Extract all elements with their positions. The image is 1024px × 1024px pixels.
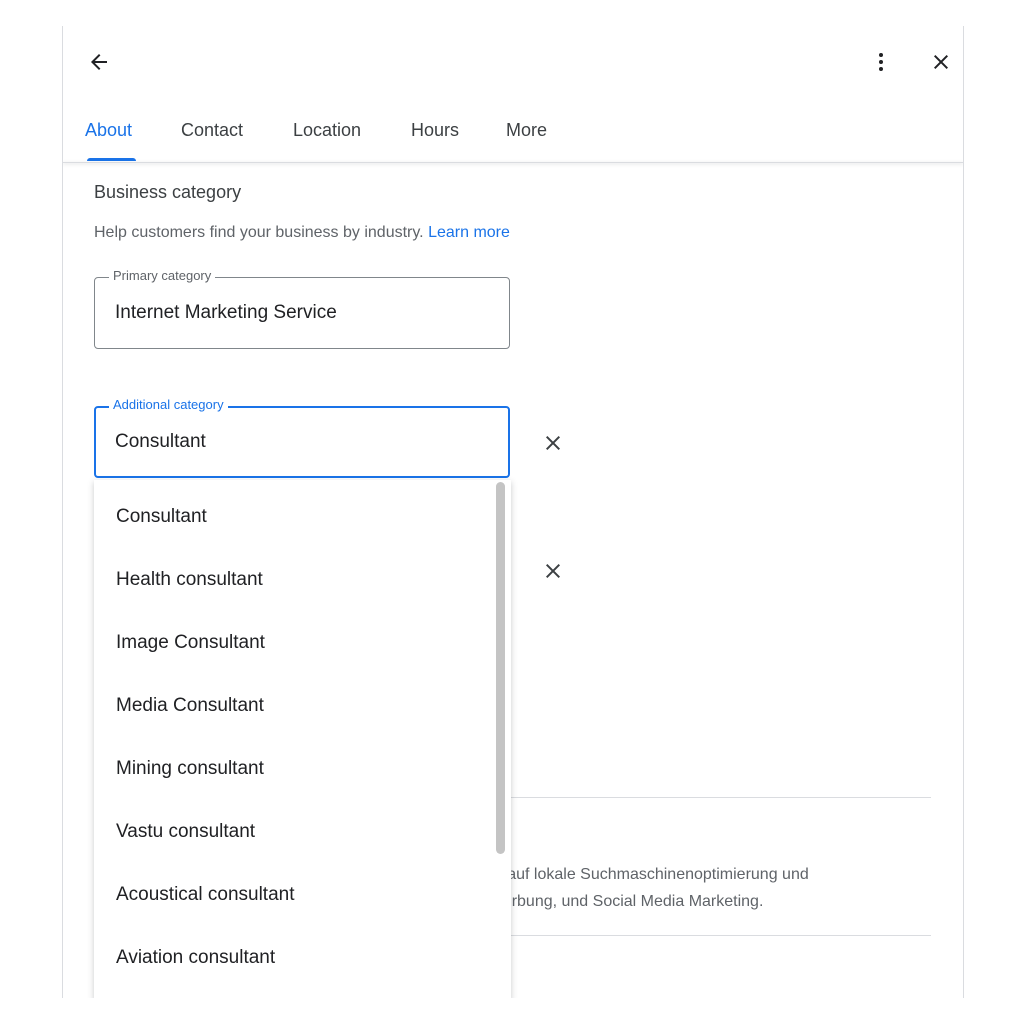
- tab-contact[interactable]: Contact: [181, 118, 243, 158]
- close-icon: [546, 564, 560, 578]
- dropdown-option[interactable]: Media Consultant: [94, 674, 494, 737]
- dropdown-option[interactable]: Consultant: [94, 485, 494, 548]
- additional-category-value: Consultant: [115, 431, 206, 452]
- more-options-button[interactable]: [865, 46, 897, 78]
- category-suggestions-dropdown: Consultant Health consultant Image Consu…: [94, 480, 511, 998]
- remove-category-button[interactable]: [539, 557, 567, 585]
- edit-profile-panel: About Contact Location Hours More Busine…: [62, 26, 964, 998]
- back-button[interactable]: [83, 46, 115, 78]
- primary-category-label: Primary category: [109, 268, 216, 284]
- help-text-body: Help customers find your business by ind…: [94, 224, 424, 241]
- learn-more-link[interactable]: Learn more: [428, 224, 510, 241]
- tab-location[interactable]: Location: [293, 118, 361, 158]
- close-icon: [934, 55, 948, 69]
- close-icon: [546, 436, 560, 450]
- additional-category-label: Additional category: [109, 397, 228, 413]
- primary-category-field[interactable]: Primary category Internet Marketing Serv…: [94, 268, 510, 349]
- section-title: Business category: [94, 182, 242, 202]
- remove-additional-category-button[interactable]: [539, 429, 567, 457]
- tab-hours[interactable]: Hours: [411, 118, 459, 158]
- arrow-left-icon: [91, 54, 107, 70]
- dropdown-option[interactable]: Vastu consultant: [94, 800, 494, 863]
- tabs-divider: [63, 162, 963, 163]
- section-divider: [511, 797, 931, 798]
- dropdown-option[interactable]: Mining consultant: [94, 737, 494, 800]
- tab-more[interactable]: More: [506, 118, 547, 158]
- description-line-2: Verbung, und Social Media Marketing.: [493, 893, 764, 910]
- tab-about[interactable]: About: [85, 118, 132, 158]
- dropdown-option[interactable]: Health consultant: [94, 548, 494, 611]
- dropdown-scrollbar[interactable]: [496, 482, 505, 854]
- close-button[interactable]: [925, 46, 957, 78]
- help-text: Help customers find your business by ind…: [94, 224, 510, 242]
- primary-category-value: Internet Marketing Service: [115, 302, 337, 323]
- active-tab-indicator: [87, 158, 136, 161]
- dropdown-option[interactable]: Image Consultant: [94, 611, 494, 674]
- dropdown-option[interactable]: Acoustical consultant: [94, 863, 494, 926]
- description-line-1: rt auf lokale Suchmaschinenoptimierung u…: [493, 866, 809, 883]
- tab-bar: About Contact Location Hours More: [63, 110, 963, 162]
- more-vert-icon: [879, 53, 883, 71]
- additional-category-input[interactable]: Additional category Consultant: [94, 397, 510, 478]
- dropdown-option[interactable]: Aviation consultant: [94, 926, 494, 989]
- section-divider: [511, 935, 931, 936]
